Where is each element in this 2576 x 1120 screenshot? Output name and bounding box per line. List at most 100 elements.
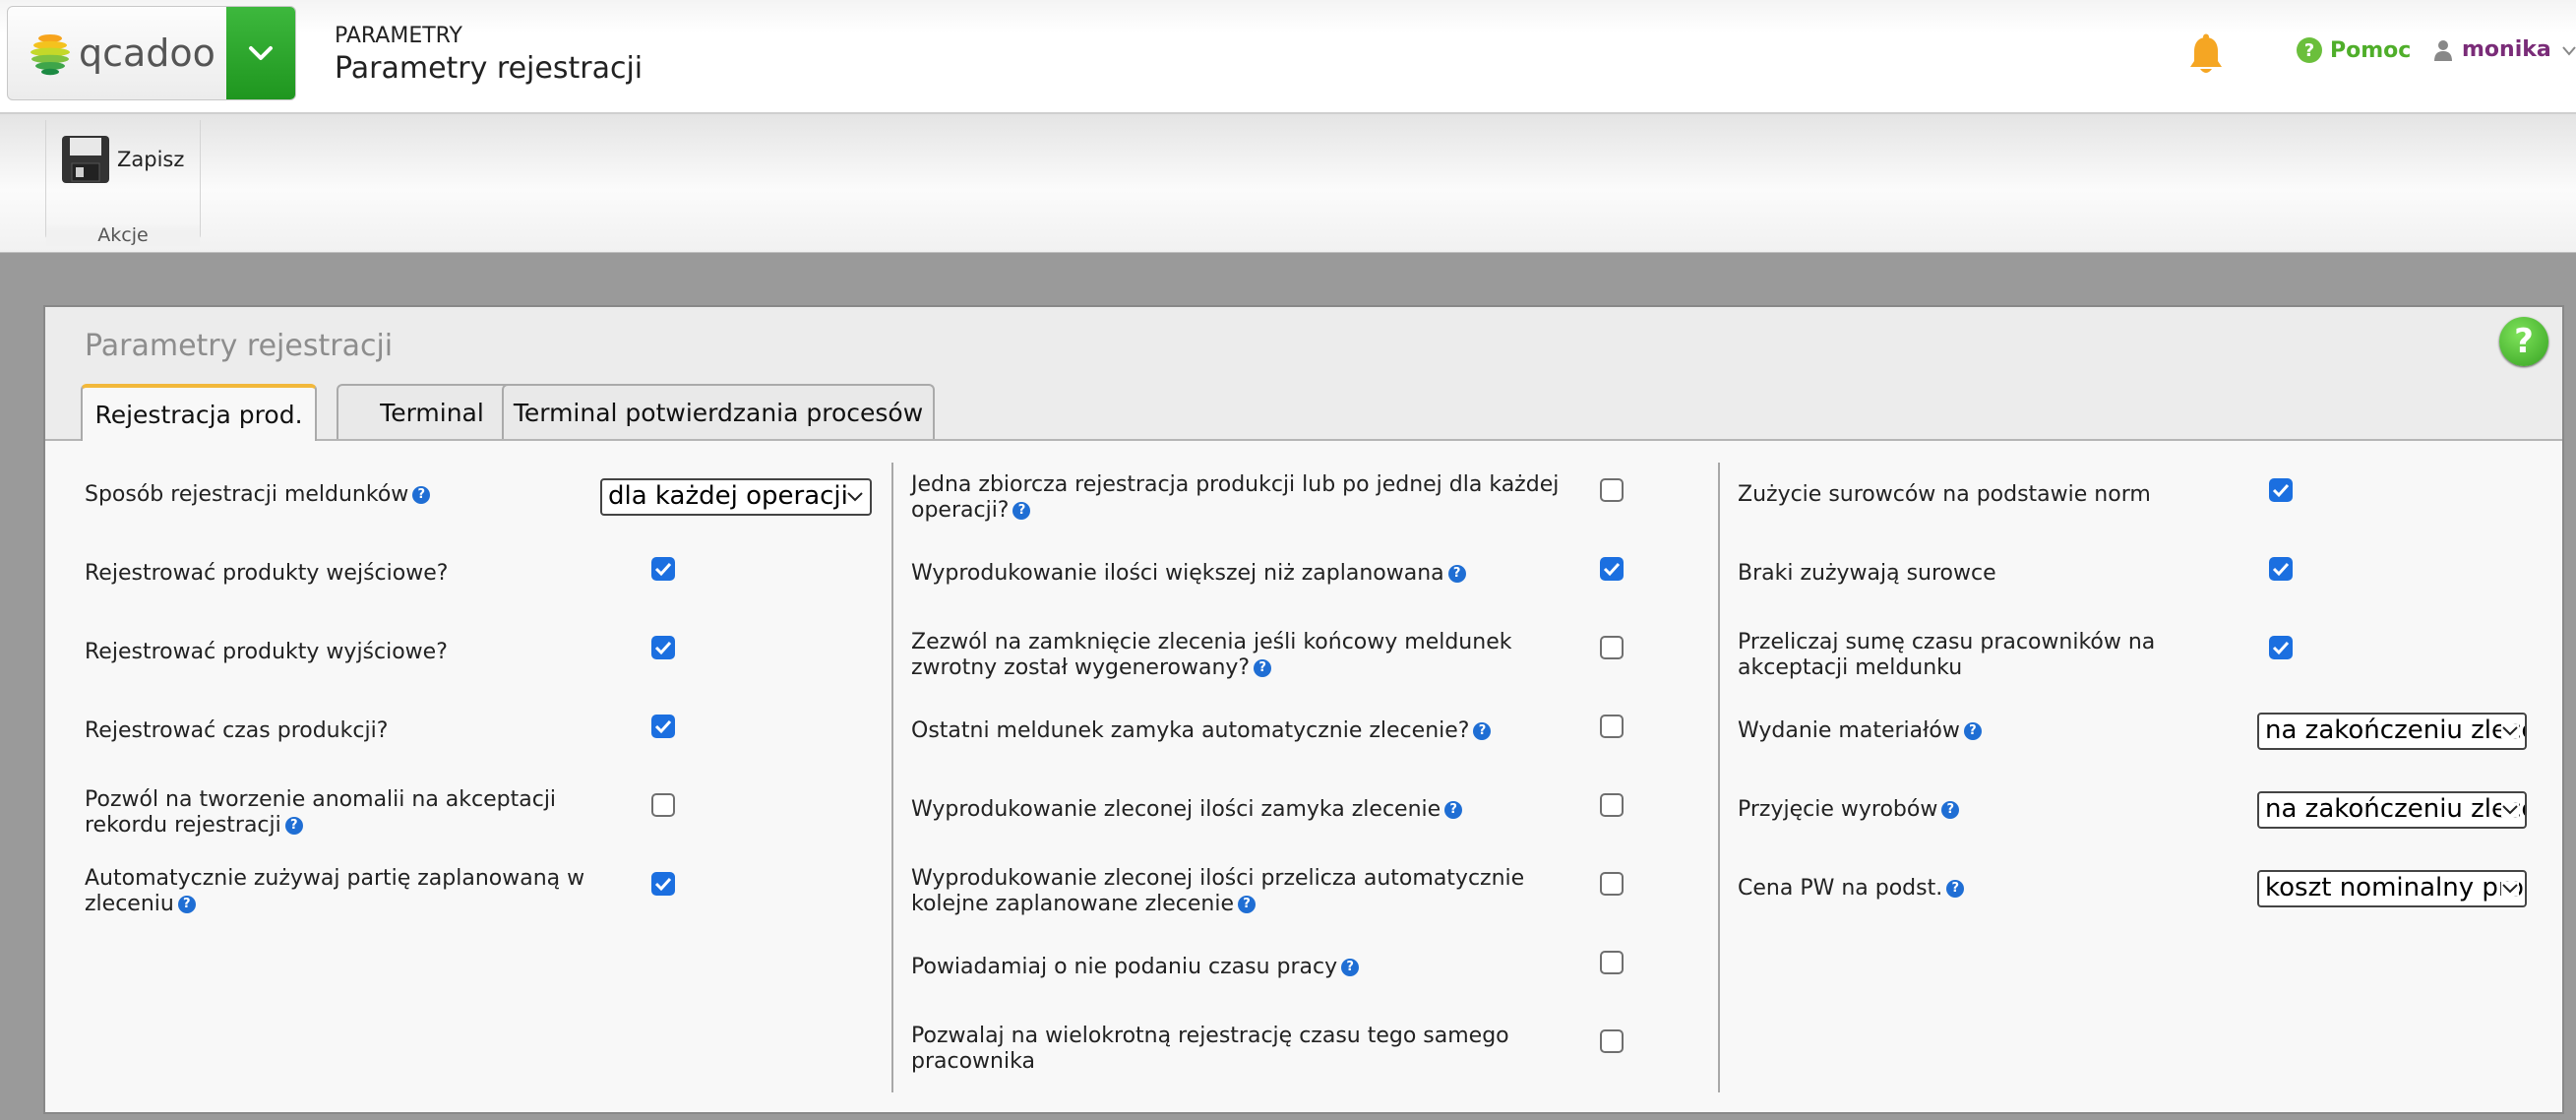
help-icon[interactable]: ? [2499, 317, 2548, 366]
close-on-return-label: Zezwól na zamknięcie zlecenia jeśli końc… [911, 630, 1512, 680]
input-products-checkbox[interactable] [651, 557, 675, 581]
waste-consumes-checkbox[interactable] [2269, 557, 2293, 581]
recalc-worker-time-row: Przeliczaj sumę czasu pracowników na akce… [1738, 630, 2545, 689]
action-group-label: Akcje [46, 224, 200, 246]
quantity-closes-checkbox[interactable] [1600, 793, 1624, 817]
chevron-down-icon [2501, 724, 2519, 738]
chevron-down-icon [846, 490, 864, 504]
cumulative-label: Jedna zbiorcza rejestracja produkcji lub… [911, 472, 1560, 523]
notify-time-checkbox[interactable] [1600, 951, 1624, 974]
recalc-worker-time-label: Przeliczaj sumę czasu pracowników na akce… [1738, 630, 2156, 680]
output-products-checkbox[interactable] [651, 636, 675, 659]
page-title: Parametry rejestracji [335, 51, 644, 86]
registration-mode-row: Sposób rejestracji meldunków? dla każdej… [85, 478, 882, 541]
quantity-closes-label: Wyprodukowanie zleconej ilości zamyka zl… [911, 797, 1463, 823]
cumulative-row: Jedna zbiorcza rejestracja produkcji lub… [911, 472, 1708, 531]
action-bar: Zapisz Akcje [0, 114, 2576, 253]
checkmark-icon [654, 562, 672, 577]
anomalies-checkbox[interactable] [651, 793, 675, 817]
chevron-down-icon [2501, 803, 2519, 817]
last-closes-label: Ostatni meldunek zamyka automatycznie zl… [911, 718, 1492, 744]
recalc-worker-time-checkbox[interactable] [2269, 636, 2293, 659]
registration-mode-label: Sposób rejestracji meldunków? [85, 482, 431, 508]
panel-header: Parametry rejestracji ? Rejestracja prod… [45, 307, 2562, 441]
material-issue-select[interactable]: na zakończeniu zlecenia [2257, 713, 2527, 750]
multi-time-checkbox[interactable] [1600, 1029, 1624, 1053]
checkmark-icon [2272, 562, 2290, 577]
info-icon[interactable]: ? [1963, 722, 1982, 740]
close-on-return-checkbox[interactable] [1600, 636, 1624, 659]
registration-mode-select[interactable]: dla każdej operacji [600, 478, 872, 516]
save-icon [62, 136, 109, 183]
info-icon[interactable]: ? [284, 817, 303, 835]
last-closes-row: Ostatni meldunek zamyka automatycznie zl… [911, 715, 1708, 778]
production-time-row: Rejestrować czas produkcji? [85, 715, 882, 778]
recalculate-checkbox[interactable] [1600, 872, 1624, 896]
help-label: Pomoc [2330, 37, 2412, 63]
info-icon[interactable]: ? [177, 896, 196, 913]
info-icon[interactable]: ? [1447, 565, 1466, 583]
breadcrumb-section: PARAMETRY [335, 24, 462, 48]
info-icon[interactable]: ? [1941, 801, 1960, 819]
pw-price-label: Cena PW na podst.? [1738, 876, 1965, 902]
overproduction-row: Wyprodukowanie ilości większej niż zapla… [911, 557, 1708, 620]
product-receipt-select[interactable]: na zakończeniu zlecenia [2257, 791, 2527, 829]
norm-consumption-label: Zużycie surowców na podstawie norm [1738, 482, 2151, 507]
production-time-checkbox[interactable] [651, 715, 675, 738]
auto-batch-label: Automatycznie zużywaj partię zaplanowaną… [85, 866, 585, 916]
help-link[interactable]: ? Pomoc [2297, 37, 2411, 63]
notify-time-row: Powiadamiaj o nie podaniu czasu pracy? [911, 951, 1708, 1014]
material-issue-row: Wydanie materiałów? na zakończeniu zlece… [1738, 713, 2545, 778]
info-icon[interactable]: ? [1012, 502, 1031, 520]
norm-consumption-checkbox[interactable] [2269, 478, 2293, 502]
save-label: Zapisz [117, 148, 185, 171]
user-name: monika [2462, 37, 2551, 62]
checkmark-icon [2272, 641, 2290, 655]
main-menu-dropdown[interactable] [226, 7, 295, 99]
input-products-row: Rejestrować produkty wejściowe? [85, 557, 882, 620]
chevron-down-icon[interactable] [2562, 45, 2576, 57]
panel-title: Parametry rejestracji [85, 329, 394, 363]
product-receipt-row: Przyjęcie wyrobów? na zakończeniu zlecen… [1738, 791, 2545, 856]
close-on-return-row: Zezwól na zamknięcie zlecenia jeśli końc… [911, 630, 1708, 689]
parameters-panel: Parametry rejestracji ? Rejestracja prod… [43, 305, 2564, 1114]
save-button[interactable]: Zapisz [60, 134, 184, 185]
checkmark-icon [1603, 562, 1621, 577]
user-menu[interactable]: monika [2434, 37, 2551, 62]
checkmark-icon [654, 719, 672, 734]
production-time-label: Rejestrować czas produkcji? [85, 718, 389, 743]
checkmark-icon [654, 877, 672, 892]
info-icon[interactable]: ? [1254, 659, 1272, 677]
tab-terminal-potwierdzania[interactable]: Terminal potwierdzania procesów [502, 384, 935, 439]
auto-batch-checkbox[interactable] [651, 872, 675, 896]
recalculate-label: Wyprodukowanie zleconej ilości przelicza… [911, 866, 1525, 916]
info-icon[interactable]: ? [1946, 880, 1965, 898]
pw-price-select[interactable]: koszt nominalny produktu [2257, 870, 2527, 907]
anomalies-label: Pozwól na tworzenie anomalii na akceptac… [85, 787, 557, 838]
cumulative-checkbox[interactable] [1600, 478, 1624, 502]
tab-terminal[interactable]: Terminal [337, 384, 527, 439]
info-icon[interactable]: ? [1444, 801, 1463, 819]
tab-rejestracja-prod[interactable]: Rejestracja prod. [81, 384, 317, 441]
app-logo-menu[interactable]: qcadoo [7, 6, 296, 100]
info-icon[interactable]: ? [1341, 959, 1360, 976]
anomalies-row: Pozwól na tworzenie anomalii na akceptac… [85, 787, 882, 846]
norm-consumption-row: Zużycie surowców na podstawie norm [1738, 478, 2545, 541]
last-closes-checkbox[interactable] [1600, 715, 1624, 738]
app-logo[interactable]: qcadoo [8, 7, 226, 99]
chevron-down-icon [249, 46, 273, 60]
column-divider [891, 463, 893, 1092]
bell-icon[interactable] [2186, 33, 2226, 77]
logo-text: qcadoo [79, 31, 215, 75]
overproduction-checkbox[interactable] [1600, 557, 1624, 581]
info-icon[interactable]: ? [412, 486, 431, 504]
overproduction-label: Wyprodukowanie ilości większej niż zapla… [911, 561, 1466, 587]
output-products-label: Rejestrować produkty wyjściowe? [85, 640, 448, 664]
waste-consumes-label: Braki zużywają surowce [1738, 561, 1996, 586]
waste-consumes-row: Braki zużywają surowce [1738, 557, 2545, 620]
info-icon[interactable]: ? [1238, 896, 1257, 913]
product-receipt-label: Przyjęcie wyrobów? [1738, 797, 1960, 823]
chevron-down-icon [2501, 882, 2519, 896]
action-group: Zapisz Akcje [45, 120, 201, 246]
info-icon[interactable]: ? [1473, 722, 1492, 740]
